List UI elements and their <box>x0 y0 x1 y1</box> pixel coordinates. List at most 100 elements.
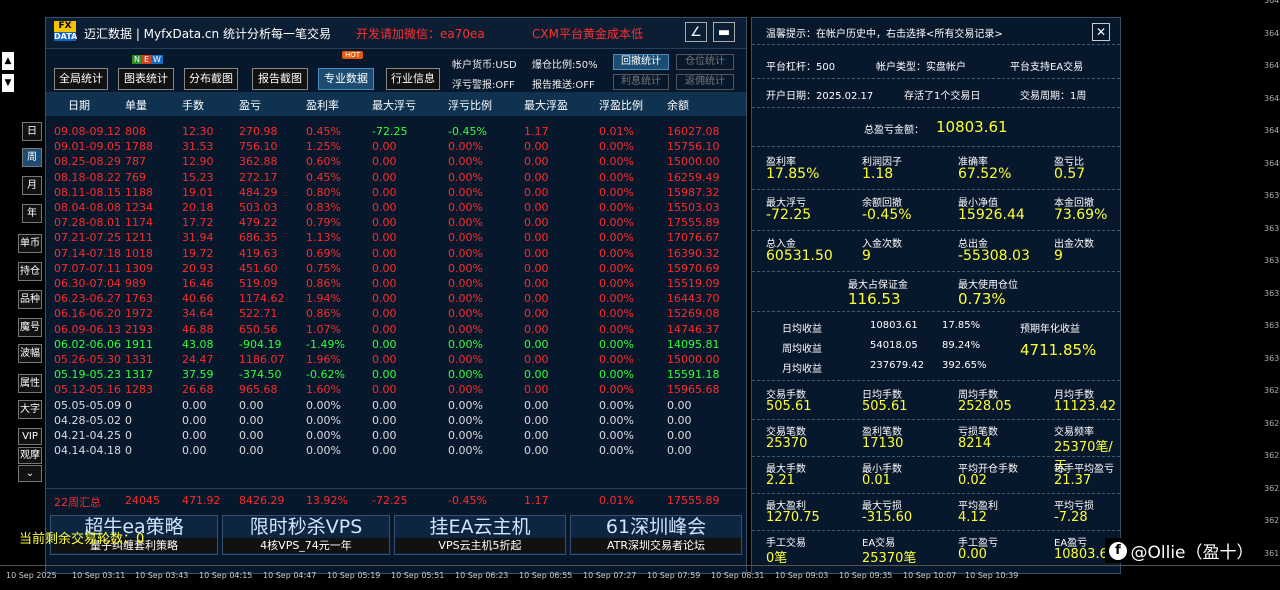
side-button-10[interactable]: 大字 <box>18 400 42 419</box>
side-button-12[interactable]: 观摩 <box>18 447 42 464</box>
toolbar-button-4[interactable]: 专业数据 <box>318 68 374 90</box>
table-row[interactable]: 07.21-07.25 1211 31.94 686.35 1.13% 0.00 0.00%… <box>46 230 746 245</box>
col-header-4[interactable]: 盈利率 <box>306 97 339 113</box>
table-row[interactable]: 07.14-07.18 1018 19.72 419.63 0.69% 0.00 0.00%… <box>46 246 746 261</box>
table-cell: 16390.32 <box>667 246 720 260</box>
col-header-2[interactable]: 手数 <box>182 97 204 113</box>
minimize-button[interactable]: ∠ <box>685 22 707 42</box>
promo-text[interactable]: CXM平台黄金成本低 <box>532 25 643 42</box>
table-row[interactable]: 05.05-05.09 0 0.00 0.00 0.00% 0.00 0.00% 0.00 0.… <box>46 398 746 413</box>
rebate-stats-button[interactable]: 返佣统计 <box>676 74 734 90</box>
table-cell: 09.08-09.12 <box>54 125 121 138</box>
rollback-stats-button[interactable]: 回撤统计 <box>613 54 669 70</box>
table-row[interactable]: 06.16-06.20 1972 34.64 522.71 0.86% 0.00 0.00%… <box>46 306 746 321</box>
scroll-up-arrow[interactable]: ▲ <box>2 52 14 70</box>
side-button-8[interactable]: 波幅 <box>18 344 42 363</box>
table-cell: 20.18 <box>182 201 214 214</box>
table-row[interactable]: 06.23-06.27 1763 40.66 1174.62 1.94% 0.00 0.00… <box>46 291 746 306</box>
summary-cell: -72.25 <box>372 494 408 507</box>
table-cell: 0.00% <box>599 155 634 169</box>
report-push: 报告推送:OFF <box>532 80 595 91</box>
table-cell: 0.45% <box>306 170 341 184</box>
table-cell: 0.00 <box>239 444 264 458</box>
table-row[interactable]: 05.26-05.30 1331 24.47 1186.07 1.96% 0.00 0.00… <box>46 352 746 367</box>
weekly-label: 周均收益 <box>782 344 822 355</box>
side-button-4[interactable]: 单币 <box>18 234 42 253</box>
table-row[interactable]: 08.04-08.08 1234 20.18 503.03 0.83% 0.00 0.00%… <box>46 200 746 215</box>
table-cell: 0.00 <box>524 246 549 260</box>
table-cell: 0.00% <box>448 261 483 275</box>
table-cell: 519.09 <box>239 277 278 290</box>
restore-button[interactable]: ▬ <box>713 22 735 42</box>
table-row[interactable]: 09.01-09.05 1788 31.53 756.10 1.25% 0.00 0.00%… <box>46 139 746 154</box>
table-cell: 503.03 <box>239 201 278 214</box>
table-cell: 0.60% <box>306 155 341 169</box>
table-cell: 0.00 <box>524 201 549 214</box>
table-row[interactable]: 09.08-09.12 808 12.30 270.98 0.45% -72.25 -0.4… <box>46 124 746 139</box>
interest-stats-button[interactable]: 利息统计 <box>613 74 669 90</box>
time-tick: 10 Sep 05:19 <box>327 571 381 580</box>
side-button-1[interactable]: 周 <box>22 148 42 167</box>
table-row[interactable]: 07.28-08.01 1174 17.72 479.22 0.79% 0.00 0.00%… <box>46 215 746 230</box>
table-cell: 14095.81 <box>667 337 720 351</box>
col-header-9[interactable]: 余额 <box>667 97 689 113</box>
table-row[interactable]: 08.11-08.15 1188 19.01 484.29 0.80% 0.00 0.00%… <box>46 185 746 200</box>
close-icon[interactable]: ✕ <box>1092 23 1110 41</box>
side-button-3[interactable]: 年 <box>22 204 42 223</box>
table-cell: 05.12-05.16 <box>54 383 121 397</box>
toolbar-button-1[interactable]: 图表统计 <box>118 68 174 90</box>
col-header-7[interactable]: 最大浮盈 <box>524 97 568 113</box>
table-cell: 09.01-09.05 <box>54 140 121 154</box>
side-button-9[interactable]: 属性 <box>18 374 42 393</box>
side-button-13[interactable]: ⌄ <box>18 465 42 482</box>
side-button-0[interactable]: 日 <box>22 122 42 141</box>
side-button-6[interactable]: 品种 <box>18 290 42 309</box>
max-margin-label: 最大占保证金 <box>848 280 908 291</box>
metrics-grid-2: 交易手数 505.61 日均手数 505.61 周均手数 2528.05 月均手数 11123… <box>752 381 1120 566</box>
toolbar-button-3[interactable]: 报告截图 <box>252 68 308 90</box>
ad-vps[interactable]: 限时秒杀VPS 4核VPS_74元一年 <box>222 515 390 555</box>
table-row[interactable]: 05.19-05.23 1317 37.59 -374.50 -0.62% 0.00 0.0… <box>46 367 746 382</box>
table-row[interactable]: 04.28-05.02 0 0.00 0.00 0.00% 0.00 0.00% 0.00 0.… <box>46 413 746 428</box>
toolbar-button-2[interactable]: 分布截图 <box>184 68 238 90</box>
table-row[interactable]: 06.30-07.04 989 16.46 519.09 0.86% 0.00 0.00% 0… <box>46 276 746 291</box>
scroll-down-arrow[interactable]: ▼ <box>2 74 14 92</box>
table-row[interactable]: 04.21-04.25 0 0.00 0.00 0.00% 0.00 0.00% 0.00 0.… <box>46 428 746 443</box>
table-cell: 31.94 <box>182 231 214 245</box>
table-cell: 0.00% <box>448 231 483 245</box>
col-header-0[interactable]: 日期 <box>68 97 90 113</box>
side-button-11[interactable]: VIP <box>18 428 42 445</box>
ad-cloud-host[interactable]: 挂EA云主机 VPS云主机5折起 <box>394 515 566 555</box>
table-cell: 0.00% <box>599 216 634 230</box>
col-header-3[interactable]: 盈亏 <box>239 97 261 113</box>
position-stats-button[interactable]: 仓位统计 <box>676 54 734 70</box>
col-header-5[interactable]: 最大浮亏 <box>372 97 416 113</box>
table-row[interactable]: 05.12-05.16 1283 26.68 965.68 1.60% 0.00 0.00%… <box>46 382 746 397</box>
table-cell: 0.75% <box>306 261 341 275</box>
table-row[interactable]: 07.07-07.11 1309 20.93 451.60 0.75% 0.00 0.00%… <box>46 261 746 276</box>
table-row[interactable]: 08.25-08.29 787 12.90 362.88 0.60% 0.00 0.00% 0… <box>46 154 746 169</box>
metrics-grid-1: 盈利率 17.85% 利润因子 1.18 准确率 67.52% 盈亏比 0.57 最大浮亏 -72… <box>752 147 1120 271</box>
toolbar-button-5[interactable]: 行业信息 <box>386 68 440 90</box>
side-button-7[interactable]: 魔号 <box>18 318 42 337</box>
table-row[interactable]: 06.09-06.13 2193 46.88 650.56 1.07% 0.00 0.00%… <box>46 322 746 337</box>
metric-value: 25370笔 <box>862 551 917 566</box>
table-row[interactable]: 04.14-04.18 0 0.00 0.00 0.00% 0.00 0.00% 0.00 0.… <box>46 443 746 458</box>
table-cell: 0.00 <box>372 201 397 214</box>
side-button-5[interactable]: 持仓 <box>18 262 42 281</box>
max-position-label: 最大使用仓位 <box>958 280 1018 291</box>
stats-panel: FX DATA 迈汇数据 | MyfxData.cn 统计分析每一笔交易 开发请加… <box>45 17 747 574</box>
col-header-8[interactable]: 浮盈比例 <box>599 97 643 113</box>
table-row[interactable]: 08.18-08.22 769 15.23 272.17 0.45% 0.00 0.00% 0… <box>46 170 746 185</box>
toolbar-button-0[interactable]: 全局统计 <box>54 68 108 90</box>
ad-summit[interactable]: 61深圳峰会 ATR深圳交易者论坛 <box>570 515 742 555</box>
col-header-6[interactable]: 浮亏比例 <box>448 97 492 113</box>
table-cell: 1.96% <box>306 353 341 366</box>
summary-cell: 471.92 <box>182 494 221 507</box>
table-row[interactable]: 06.02-06.06 1911 43.08 -904.19 -1.49% 0.00 0.0… <box>46 337 746 352</box>
table-cell: 37.59 <box>182 368 214 382</box>
side-button-2[interactable]: 月 <box>22 176 42 195</box>
table-cell: 1911 <box>125 337 153 351</box>
col-header-1[interactable]: 单量 <box>125 97 147 113</box>
price-tick: 3628 <box>1264 386 1280 395</box>
